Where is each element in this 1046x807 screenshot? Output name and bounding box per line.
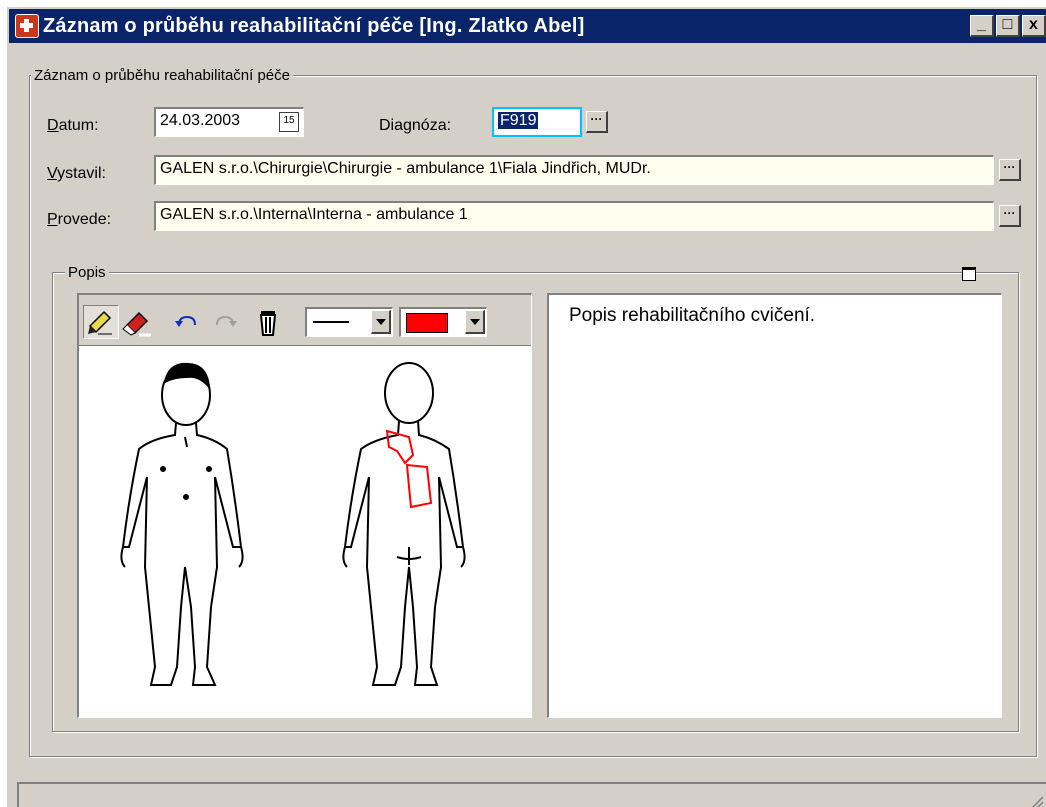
provede-label: Provede: (47, 211, 112, 228)
back-figure (342, 362, 466, 686)
pen-color-select[interactable] (399, 307, 487, 337)
medical-bag-icon (15, 14, 39, 38)
undo-icon[interactable] (169, 305, 205, 339)
line-style-select[interactable] (305, 307, 393, 337)
window-title: Záznam o průběhu reahabilitační péče [In… (43, 14, 585, 37)
vystavil-field[interactable]: GALEN s.r.o.\Chirurgie\Chirurgie - ambul… (154, 155, 994, 185)
drawing-canvas-panel[interactable] (77, 293, 532, 718)
resize-grip-icon[interactable] (1028, 794, 1044, 807)
title-bar[interactable]: Záznam o průběhu reahabilitační péče [In… (9, 9, 1046, 43)
minimize-button[interactable]: _ (970, 15, 994, 37)
color-swatch (406, 313, 448, 333)
datum-label: Datum: (47, 117, 99, 134)
redo-icon[interactable] (209, 305, 245, 339)
pencil-icon[interactable] (83, 305, 119, 339)
popis-maximize-button[interactable] (962, 267, 976, 281)
diagnoza-label: Diagnóza: (379, 117, 452, 134)
front-figure (120, 362, 244, 686)
eraser-icon[interactable] (121, 305, 157, 339)
trash-icon[interactable] (251, 305, 287, 339)
chevron-down-icon[interactable] (465, 310, 485, 334)
vystavil-label: Vystavil: (47, 165, 106, 182)
close-button[interactable]: x (1022, 15, 1046, 37)
vystavil-lookup-button[interactable]: ··· (999, 159, 1021, 181)
record-group-legend: Záznam o průběhu reahabilitační péče (31, 67, 293, 84)
app-window: Záznam o průběhu reahabilitační péče [In… (5, 5, 1046, 807)
status-bar (17, 782, 1046, 807)
body-diagram[interactable] (79, 347, 530, 717)
provede-lookup-button[interactable]: ··· (999, 205, 1021, 227)
drawing-toolbar (79, 295, 531, 346)
chevron-down-icon[interactable] (371, 310, 391, 334)
red-drawing-marks (385, 429, 433, 509)
maximize-button[interactable]: □ (996, 15, 1020, 37)
popis-legend: Popis (65, 264, 109, 281)
description-textarea[interactable]: Popis rehabilitačního cvičení. (547, 293, 1002, 718)
solid-line-icon (313, 321, 349, 323)
diagnoza-lookup-button[interactable]: ··· (586, 111, 608, 133)
diagnoza-field[interactable]: F919 (492, 107, 582, 137)
datum-field[interactable]: 24.03.2003 15 (154, 107, 304, 137)
provede-field[interactable]: GALEN s.r.o.\Interna\Interna - ambulance… (154, 201, 994, 231)
calendar-icon[interactable]: 15 (279, 112, 299, 132)
